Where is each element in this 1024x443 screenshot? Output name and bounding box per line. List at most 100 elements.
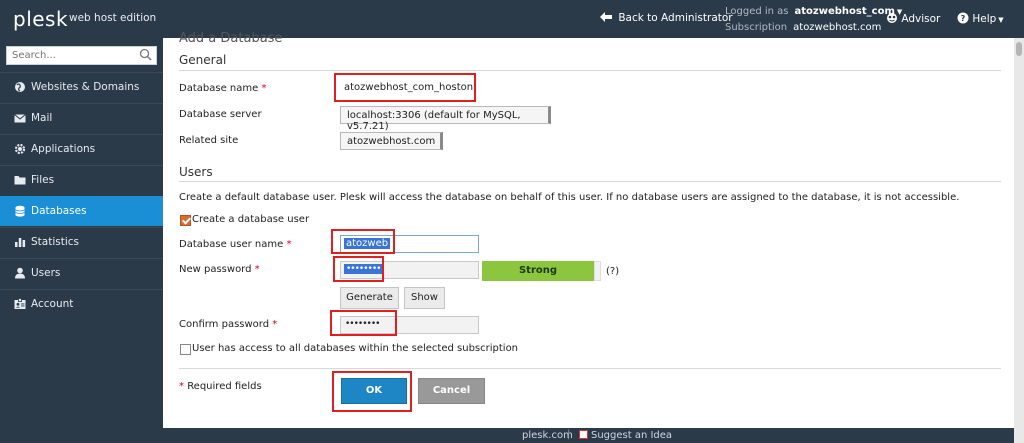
database-server-label: Database server (179, 109, 262, 120)
confirm-password-value: •••••••• (345, 319, 380, 329)
search-icon[interactable] (139, 48, 152, 61)
db-user-name-input[interactable]: atozweb (340, 235, 479, 253)
back-to-administrator-label: Back to Administrator (618, 12, 733, 24)
required-asterisk: * (179, 381, 184, 392)
gear-icon (14, 143, 26, 155)
svg-text:?: ? (961, 14, 966, 23)
required-asterisk: * (261, 83, 267, 94)
access-all-databases-label: User has access to all databases within … (192, 343, 519, 354)
sidebar-item-applications[interactable]: Applications (0, 134, 163, 164)
cancel-button[interactable]: Cancel (418, 378, 485, 404)
required-asterisk: * (272, 319, 278, 330)
main-content: Add a Database General Database name * a… (163, 31, 1014, 428)
sidebar-item-statistics[interactable]: Statistics (0, 227, 163, 257)
top-bar: plesk web host edition Back to Administr… (0, 0, 1024, 38)
sidebar-item-label: Users (31, 267, 61, 279)
scrollbar[interactable] (1014, 38, 1024, 443)
bar-chart-icon (14, 236, 26, 248)
back-to-administrator-link[interactable]: Back to Administrator (600, 12, 733, 24)
related-site-select[interactable]: atozwebhost.com (340, 132, 443, 150)
section-divider (179, 70, 1001, 71)
generate-button[interactable]: Generate (340, 287, 399, 309)
sidebar-item-account[interactable]: Account (0, 289, 163, 319)
db-user-name-label-text: Database user name (179, 239, 284, 250)
footer-separator: | (567, 429, 571, 440)
page-title: Add a Database (179, 31, 283, 46)
ok-button[interactable]: OK (341, 378, 407, 404)
required-fields-note: * Required fields (179, 381, 262, 392)
users-description: Create a default database user. Plesk wi… (179, 192, 960, 203)
edition-label: web host edition (69, 12, 157, 24)
sidebar-item-label: Mail (31, 112, 53, 124)
strength-bar-remainder (594, 261, 601, 281)
suggest-idea-link[interactable]: Suggest an Idea (579, 430, 672, 441)
required-fields-text: Required fields (187, 381, 262, 392)
sidebar-item-mail[interactable]: Mail (0, 103, 163, 133)
sidebar-item-label: Websites & Domains (31, 81, 140, 93)
section-title-users: Users (179, 165, 213, 179)
sidebar-item-label: Statistics (31, 236, 79, 248)
advisor-button[interactable]: Advisor (886, 12, 940, 25)
sidebar-item-users[interactable]: Users (0, 258, 163, 288)
login-info: Logged in as atozwebhost_com ▼ Subscriptio… (725, 4, 902, 36)
db-user-name-label: Database user name * (179, 239, 291, 250)
help-label: Help (972, 13, 997, 25)
database-server-select[interactable]: localhost:3306 (default for MySQL, v5.7.… (340, 106, 551, 132)
new-password-label: New password * (179, 264, 260, 275)
globe-icon (14, 81, 26, 93)
sidebar-item-label: Account (31, 298, 74, 310)
logged-in-label: Logged in as (725, 6, 789, 17)
subscription-value[interactable]: atozwebhost.com (793, 22, 881, 33)
create-user-checkbox[interactable] (180, 215, 191, 226)
db-user-name-value: atozweb (344, 238, 391, 249)
sidebar-item-files[interactable]: Files (0, 165, 163, 195)
access-all-databases-checkbox[interactable] (180, 344, 191, 355)
sidebar-item-label: Applications (31, 143, 96, 155)
search-input[interactable] (7, 47, 132, 63)
footer: plesk.com | Suggest an Idea (163, 428, 1014, 443)
suggest-idea-label: Suggest an Idea (591, 430, 673, 441)
create-user-label: Create a database user (192, 214, 310, 225)
suggest-idea-icon (579, 430, 588, 439)
database-name-label-text: Database name (179, 83, 259, 94)
database-icon (14, 205, 26, 217)
confirm-password-input[interactable]: •••••••• (340, 316, 479, 334)
subscription-label: Subscription (725, 22, 788, 33)
advisor-label: Advisor (901, 13, 941, 25)
help-menu[interactable]: ? Help ▼ (957, 12, 1004, 25)
advisor-icon (886, 13, 901, 25)
database-name-value[interactable]: atozwebhost_com_hoston (344, 82, 473, 93)
chevron-down-icon: ▼ (998, 16, 1004, 24)
search-box (6, 46, 157, 65)
section-divider (179, 368, 1001, 369)
sidebar-item-websites-domains[interactable]: Websites & Domains (0, 72, 163, 102)
sidebar-item-label: Databases (31, 205, 87, 217)
new-password-input[interactable]: •••••••• (340, 261, 479, 279)
show-button[interactable]: Show (404, 287, 445, 309)
arrow-left-icon (600, 12, 615, 24)
sidebar-item-databases[interactable]: Databases (0, 196, 163, 226)
plesk-com-link[interactable]: plesk.com (522, 430, 573, 441)
new-password-label-text: New password (179, 264, 252, 275)
database-name-label: Database name * (179, 83, 266, 94)
user-icon (14, 267, 26, 279)
sidebar-item-label: Files (31, 174, 55, 186)
envelope-icon (14, 112, 26, 124)
confirm-password-label: Confirm password * (179, 319, 277, 330)
scrollbar-thumb[interactable] (1016, 42, 1022, 56)
related-site-label: Related site (179, 135, 239, 146)
folder-icon (14, 174, 26, 186)
password-help-icon[interactable]: (?) (606, 266, 619, 277)
sidebar: Websites & Domains Mail Applications Fil… (0, 38, 163, 443)
id-card-icon (14, 298, 26, 310)
logged-in-user[interactable]: atozwebhost_com (795, 6, 895, 17)
password-strength-indicator: Strong (482, 261, 594, 281)
confirm-password-label-text: Confirm password (179, 319, 270, 330)
section-divider (179, 181, 1001, 182)
required-asterisk: * (254, 264, 260, 275)
section-title-general: General (179, 53, 227, 67)
plesk-logo[interactable]: plesk (13, 7, 68, 31)
new-password-value: •••••••• (344, 264, 383, 274)
help-icon: ? (957, 12, 972, 25)
required-asterisk: * (286, 239, 292, 250)
